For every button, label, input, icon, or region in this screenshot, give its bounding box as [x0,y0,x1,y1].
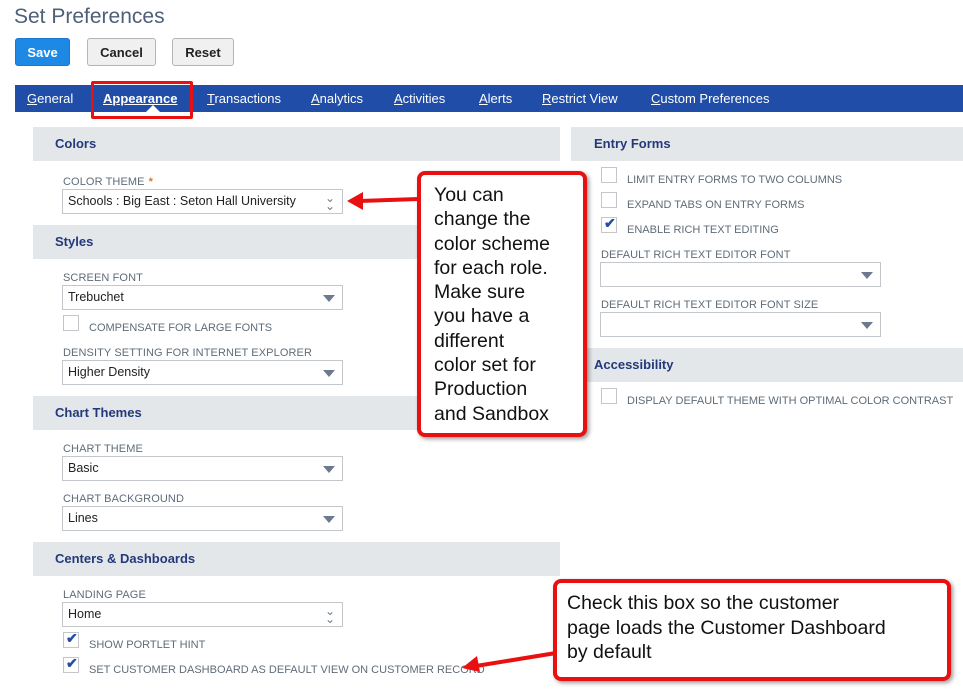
enable-rich-text-checkbox[interactable]: ✔ [601,215,617,233]
save-button[interactable]: Save [15,38,70,66]
arrow-head [347,192,363,210]
color-theme-label: COLOR THEME * [63,176,153,188]
tab-general[interactable]: General [27,85,73,112]
optimal-contrast-label: DISPLAY DEFAULT THEME WITH OPTIMAL COLOR… [627,395,954,407]
density-setting-select[interactable]: Higher Density [62,360,343,385]
callout-line: Production [434,378,528,401]
screen-font-value: Trebuchet [68,290,124,304]
caret-down-icon [323,370,335,377]
accessibility-section-header: Accessibility [571,348,963,382]
arrow-shaft [358,197,420,203]
editor-font-label: DEFAULT RICH TEXT EDITOR FONT [601,249,791,261]
color-theme-label-text: COLOR THEME [63,176,145,188]
callout-line: color set for [434,354,536,377]
caret-down-icon [323,295,335,302]
enable-rich-text-label: ENABLE RICH TEXT EDITING [627,224,779,236]
callout-line: change the [434,208,531,231]
chart-theme-value: Basic [68,461,99,475]
tab-analytics[interactable]: Analytics [311,85,363,112]
checkmark-icon: ✔ [66,630,78,646]
editor-font-select[interactable] [600,262,881,287]
screen-font-label: SCREEN FONT [63,272,143,284]
caret-down-icon [861,272,873,279]
expand-tabs-checkbox[interactable] [601,192,617,208]
customer-dashboard-callout: Check this box so the customer page load… [553,579,951,681]
chart-theme-select[interactable]: Basic [62,456,343,481]
page-title: Set Preferences [14,5,165,28]
arrow-left-icon [462,651,557,672]
editor-font-size-select[interactable] [600,312,881,337]
show-portlet-hint-checkbox[interactable]: ✔ [63,630,79,648]
chart-background-value: Lines [68,511,98,525]
tab-activities[interactable]: Activities [394,85,445,112]
appearance-tab-highlight [91,81,193,119]
entry-forms-section-header: Entry Forms [571,127,963,161]
compensate-large-fonts-checkbox[interactable] [63,315,79,331]
required-mark: * [148,176,153,188]
callout-line: page loads the Customer Dashboard [567,616,886,639]
checkmark-icon: ✔ [66,655,78,671]
arrow-shaft [475,651,557,668]
color-theme-value: Schools : Big East : Seton Hall Universi… [68,194,296,208]
colors-section-header: Colors [33,127,560,161]
checkmark-icon: ✔ [604,215,616,231]
centers-dashboards-section-header: Centers & Dashboards [33,542,560,576]
landing-page-label: LANDING PAGE [63,589,146,601]
compensate-large-fonts-label: COMPENSATE FOR LARGE FONTS [89,322,273,334]
density-setting-value: Higher Density [68,365,150,379]
customer-dashboard-default-label: SET CUSTOMER DASHBOARD AS DEFAULT VIEW O… [89,664,485,676]
callout-line: you have a [434,305,530,328]
tab-custom-preferences[interactable]: Custom Preferences [651,85,770,112]
chart-theme-label: CHART THEME [63,443,143,455]
color-theme-select[interactable]: Schools : Big East : Seton Hall Universi… [62,189,343,214]
double-chevron-down-icon: ⌄ ⌄ [324,604,335,626]
color-scheme-callout: You can change the color scheme for each… [417,171,587,437]
callout-line: different [434,329,505,352]
callout-line: for each role. [434,256,548,279]
arrow-left-icon [347,192,420,210]
chart-background-label: CHART BACKGROUND [63,493,184,505]
arrow-head [462,656,480,672]
callout-line: color scheme [434,232,550,255]
tab-alerts[interactable]: Alerts [479,85,512,112]
expand-tabs-label: EXPAND TABS ON ENTRY FORMS [627,199,805,211]
tab-restrict-view[interactable]: Restrict View [542,85,618,112]
callout-line: by default [567,641,652,663]
cancel-button[interactable]: Cancel [87,38,156,66]
callout-line: Check this box so the customer [567,592,840,614]
editor-font-size-label: DEFAULT RICH TEXT EDITOR FONT SIZE [601,299,819,311]
caret-down-icon [323,516,335,523]
optimal-contrast-checkbox[interactable] [601,388,617,404]
screen-font-select[interactable]: Trebuchet [62,285,343,310]
callout-line: You can [434,184,504,206]
callout-line: and Sandbox [434,402,549,425]
landing-page-select[interactable]: Home ⌄ ⌄ [62,602,343,627]
show-portlet-hint-label: SHOW PORTLET HINT [89,639,206,651]
callout-line: Make sure [434,281,526,304]
tab-transactions[interactable]: Transactions [207,85,281,112]
limit-entry-forms-checkbox[interactable] [601,167,617,183]
customer-dashboard-default-checkbox[interactable]: ✔ [63,655,79,673]
caret-down-icon [323,466,335,473]
reset-button[interactable]: Reset [172,38,234,66]
caret-down-icon [861,322,873,329]
limit-entry-forms-label: LIMIT ENTRY FORMS TO TWO COLUMNS [627,174,843,186]
chart-background-select[interactable]: Lines [62,506,343,531]
landing-page-value: Home [68,607,102,621]
double-chevron-down-icon: ⌄ ⌄ [324,191,335,213]
density-setting-label: DENSITY SETTING FOR INTERNET EXPLORER [63,347,312,359]
